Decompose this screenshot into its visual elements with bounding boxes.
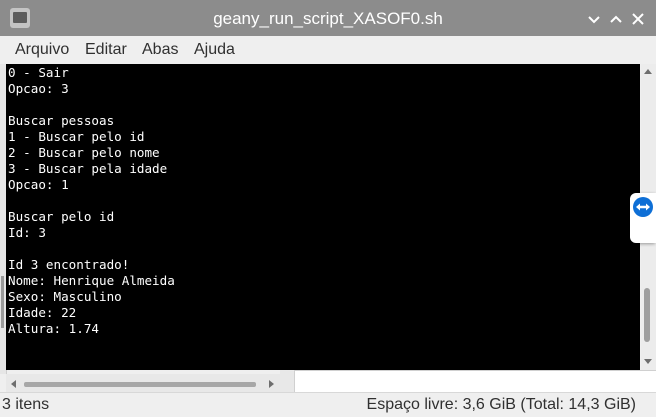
horizontal-scrollbar-thumb[interactable] [24, 382, 256, 387]
terminal-line: Buscar pessoas [8, 113, 115, 128]
terminal-line: Nome: Henrique Almeida [8, 273, 175, 288]
scroll-right-arrow-icon[interactable] [268, 379, 276, 389]
menu-abas[interactable]: Abas [140, 39, 180, 61]
close-button[interactable] [628, 9, 648, 29]
window-title: geany_run_script_XASOF0.sh [213, 9, 443, 28]
menu-editar[interactable]: Editar [83, 39, 129, 61]
terminal-line: Id: 3 [8, 225, 46, 240]
title-bar[interactable]: geany_run_script_XASOF0.sh [0, 0, 656, 36]
terminal-line: 1 - Buscar pelo id [8, 129, 145, 144]
terminal-output[interactable]: 0 - Sair Opcao: 3 Buscar pessoas 1 - Bus… [6, 64, 640, 370]
terminal-line: Opcao: 1 [8, 177, 69, 192]
vertical-scrollbar-thumb[interactable] [644, 288, 650, 342]
scroll-left-arrow-icon[interactable] [9, 379, 17, 389]
minimize-button[interactable] [584, 9, 604, 29]
status-bar: 3 itens Espaço livre: 3,6 GiB (Total: 14… [0, 392, 656, 417]
scroll-corner [280, 370, 294, 392]
teamviewer-icon [633, 197, 653, 217]
close-icon [632, 13, 644, 25]
terminal-line: Altura: 1.74 [8, 321, 99, 336]
file-list-area[interactable] [294, 370, 656, 393]
menu-ajuda[interactable]: Ajuda [192, 39, 237, 61]
terminal-line: Id 3 encontrado! [8, 257, 130, 272]
teamviewer-badge[interactable] [630, 193, 656, 243]
horizontal-scrollbar[interactable] [6, 374, 280, 392]
free-space: Espaço livre: 3,6 GiB (Total: 14,3 GiB) [366, 396, 636, 413]
maximize-button[interactable] [606, 9, 626, 29]
scroll-down-arrow-icon[interactable] [643, 358, 653, 366]
terminal-line: 2 - Buscar pelo nome [8, 145, 160, 160]
menu-bar: Arquivo Editar Abas Ajuda [0, 36, 656, 64]
terminal-line: Idade: 22 [8, 305, 77, 320]
chevron-down-icon [588, 16, 600, 24]
terminal-window: geany_run_script_XASOF0.sh Arquivo Edita… [0, 0, 656, 417]
terminal-line: 3 - Buscar pela idade [8, 161, 168, 176]
chevron-up-icon [610, 15, 622, 23]
scroll-up-arrow-icon[interactable] [643, 67, 653, 75]
terminal-line: Opcao: 3 [8, 81, 69, 96]
panel-edge-marker [1, 276, 4, 328]
terminal-line: Sexo: Masculino [8, 289, 122, 304]
terminal-line: 0 - Sair [8, 65, 69, 80]
items-count: 3 itens [2, 396, 50, 413]
terminal-line: Buscar pelo id [8, 209, 115, 224]
menu-arquivo[interactable]: Arquivo [13, 39, 71, 61]
